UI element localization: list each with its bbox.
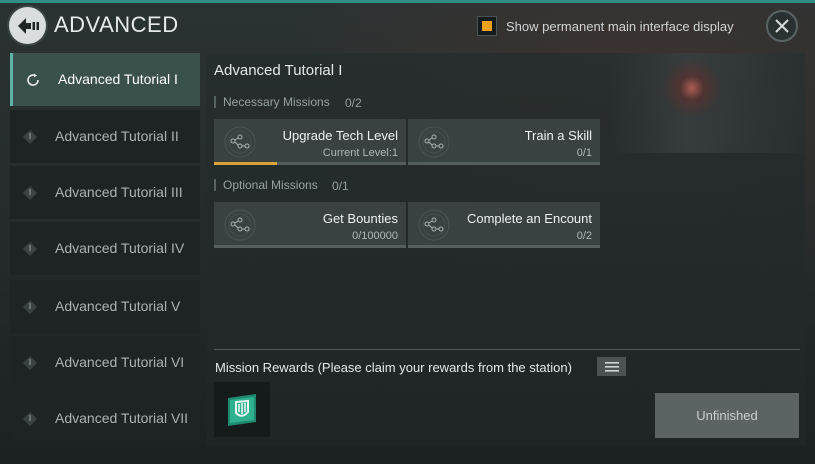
- sidebar-item-advanced-tutorial-1[interactable]: Advanced Tutorial I: [10, 53, 200, 106]
- sidebar-item-advanced-tutorial-2[interactable]: Advanced Tutorial II: [10, 110, 200, 163]
- optional-missions-count: 0/1: [332, 179, 349, 193]
- mission-complete-an-encounter[interactable]: Complete an Encount 0/2: [408, 202, 600, 248]
- mission-node-icon: [418, 209, 450, 241]
- mission-rewards-label: Mission Rewards (Please claim your rewar…: [215, 360, 572, 375]
- reward-item[interactable]: [214, 382, 270, 437]
- mission-progress: 0/2: [576, 230, 592, 242]
- rewards-menu-button[interactable]: [597, 357, 626, 376]
- mission-node-icon: [224, 126, 256, 158]
- tutorial-sidebar: Advanced Tutorial I Advanced Tutorial II…: [10, 53, 202, 445]
- close-button[interactable]: [766, 10, 798, 42]
- back-button[interactable]: [9, 7, 46, 44]
- locked-diamond-icon: [23, 241, 37, 256]
- optional-missions-label: Optional Missions: [214, 179, 318, 191]
- section-title: Advanced Tutorial I: [214, 62, 343, 79]
- unfinished-status-button[interactable]: Unfinished: [655, 393, 799, 438]
- refresh-icon: [27, 73, 39, 86]
- menu-icon: [604, 361, 619, 372]
- locked-diamond-icon: [23, 411, 37, 426]
- sidebar-item-advanced-tutorial-6[interactable]: Advanced Tutorial VI: [10, 336, 200, 389]
- mission-progress-bar: [214, 162, 406, 165]
- sidebar-item-label: Advanced Tutorial IV: [55, 240, 185, 256]
- sidebar-item-label: Advanced Tutorial I: [58, 71, 178, 87]
- mission-train-a-skill[interactable]: Train a Skill 0/1: [408, 119, 600, 165]
- mission-name: Train a Skill: [524, 128, 592, 143]
- top-accent-line: [0, 0, 815, 3]
- locked-diamond-icon: [23, 355, 37, 370]
- mission-get-bounties[interactable]: Get Bounties 0/100000: [214, 202, 406, 248]
- close-icon: [775, 19, 789, 33]
- mission-progress: 0/100000: [352, 230, 398, 242]
- mission-name: Upgrade Tech Level: [282, 128, 398, 143]
- sidebar-item-label: Advanced Tutorial V: [55, 298, 181, 314]
- rewards-divider: [214, 349, 800, 350]
- permanent-display-label: Show permanent main interface display: [506, 19, 734, 34]
- permanent-display-checkbox[interactable]: [477, 16, 497, 36]
- sidebar-item-label: Advanced Tutorial VI: [55, 354, 185, 370]
- mission-name: Complete an Encount: [466, 211, 592, 226]
- mission-progress-bar: [214, 245, 406, 248]
- sidebar-item-label: Advanced Tutorial II: [55, 128, 179, 144]
- sidebar-item-label: Advanced Tutorial III: [55, 184, 183, 200]
- sidebar-item-advanced-tutorial-4[interactable]: Advanced Tutorial IV: [10, 222, 200, 275]
- mission-node-icon: [224, 209, 256, 241]
- sidebar-item-advanced-tutorial-5[interactable]: Advanced Tutorial V: [10, 280, 200, 333]
- necessary-missions-label: Necessary Missions: [214, 96, 330, 108]
- shield-badge-icon: [228, 393, 256, 426]
- locked-diamond-icon: [23, 299, 37, 314]
- sidebar-item-advanced-tutorial-7[interactable]: Advanced Tutorial VII: [10, 392, 200, 445]
- sidebar-item-advanced-tutorial-3[interactable]: Advanced Tutorial III: [10, 166, 200, 219]
- mission-node-icon: [418, 126, 450, 158]
- necessary-missions-count: 0/2: [345, 96, 362, 110]
- mission-progress: Current Level:1: [322, 147, 398, 159]
- mission-upgrade-tech-level[interactable]: Upgrade Tech Level Current Level:1: [214, 119, 406, 165]
- locked-diamond-icon: [23, 185, 37, 200]
- sidebar-item-label: Advanced Tutorial VII: [55, 410, 189, 426]
- back-arrow-icon: [17, 17, 39, 34]
- mission-progress: 0/1: [576, 147, 592, 159]
- page-title: ADVANCED: [54, 12, 179, 37]
- mission-progress-bar: [408, 245, 600, 248]
- progress-fill: [214, 162, 278, 165]
- mission-progress-bar: [408, 162, 600, 165]
- mission-name: Get Bounties: [322, 211, 398, 226]
- checkbox-check-icon: [482, 21, 492, 31]
- locked-diamond-icon: [23, 129, 37, 144]
- ship-artwork: [610, 53, 805, 153]
